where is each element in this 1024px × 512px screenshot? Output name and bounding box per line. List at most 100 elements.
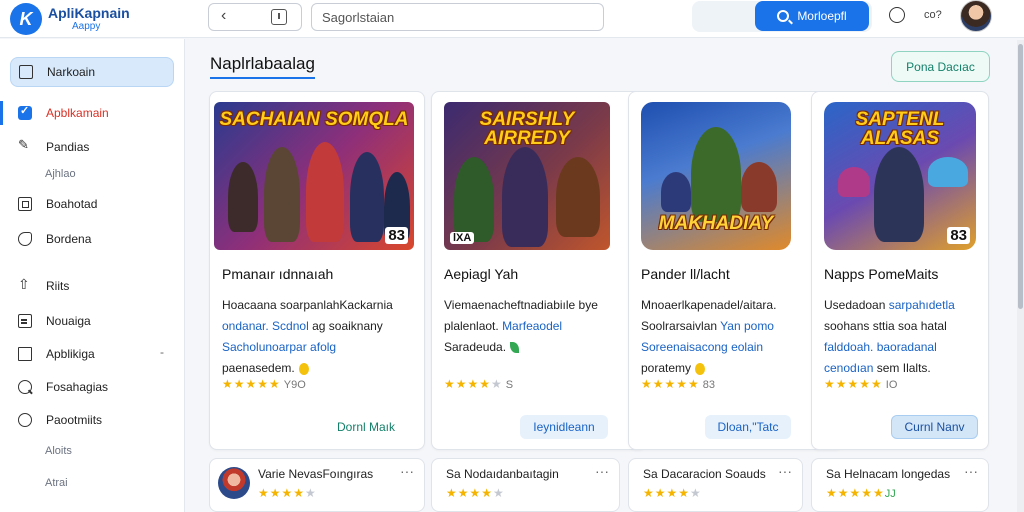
stars: ★★★★★ xyxy=(824,377,883,391)
sidebar-item-label: Bordena xyxy=(46,232,92,246)
page-title: Naplrlabaalag xyxy=(210,54,315,79)
star-rating: ★★★★★ 83 xyxy=(641,377,715,391)
sidebar-item-label: Paootmiits xyxy=(46,413,103,427)
top-action-button[interactable]: Pona Dacıac xyxy=(891,51,990,82)
search-button[interactable]: Morloepfl xyxy=(755,1,869,31)
account-circle-icon[interactable] xyxy=(889,7,905,23)
app-thumbnail[interactable] xyxy=(218,467,250,499)
expand-icon[interactable]: - xyxy=(160,345,164,359)
app-title[interactable]: Napps PomeMaits xyxy=(824,266,938,282)
desc-link: Yan pomo xyxy=(720,319,774,333)
sidebar-item-7[interactable]: Apblikiga xyxy=(10,339,174,369)
age-badge: 83 xyxy=(947,227,970,244)
history-icon[interactable] xyxy=(271,9,287,25)
coin-icon xyxy=(695,362,706,375)
mini-card-title[interactable]: Sa Helnacam longedas xyxy=(826,467,950,481)
sidebar-item-label: Apblikiga xyxy=(46,347,95,361)
game-art-title: SACHAIAN SOMQLA xyxy=(219,109,409,130)
coin-icon xyxy=(298,362,309,375)
check-icon xyxy=(18,104,32,120)
stars: ★★★★ xyxy=(258,486,306,500)
app-card[interactable]: SAPTENL ALASAS 83 Napps PomeMaits Usedad… xyxy=(811,91,989,450)
sidebar-subitem[interactable]: Aloits xyxy=(45,445,72,457)
sidebar-item-label: Nouaiga xyxy=(46,314,91,328)
mini-app-card[interactable]: Sa Nodaıdanbaıtagin ··· ★★★★★ xyxy=(431,458,620,512)
search-input[interactable] xyxy=(311,3,604,31)
app-card-image[interactable]: SACHAIAN SOMQLA 83 xyxy=(214,102,414,250)
stars-empty: ★ xyxy=(491,377,503,391)
desc-text: poratemy xyxy=(641,361,692,375)
scrollbar-thumb[interactable] xyxy=(1018,44,1023,309)
mini-card-title[interactable]: Sa Dacaracion Soauds xyxy=(643,467,766,481)
sidebar-subitem[interactable]: Ajhlao xyxy=(45,168,76,180)
app-title[interactable]: Pander ll/lacht xyxy=(641,266,730,282)
app-title[interactable]: Pmanaır ıdnnaıah xyxy=(222,266,333,282)
sidebar-item-label: Apblkamain xyxy=(46,106,109,120)
app-card[interactable]: SAIRSHLY AIRREDY lXA Aepiagl Yah Viemaen… xyxy=(431,91,647,450)
sidebar-item-5[interactable]: Riits xyxy=(10,271,174,301)
desc-link: falddoah. baoradanal xyxy=(824,340,937,354)
mini-app-card[interactable]: Varie NevasFoıngıras ··· ★★★★★ xyxy=(209,458,425,512)
desc-text: paenasedem. xyxy=(222,361,295,375)
app-description: Viemaenacheftnadiabiıle bye plalenlaot. … xyxy=(444,295,636,358)
sidebar-item-4[interactable]: Bordena xyxy=(10,224,174,254)
mini-card-title[interactable]: Varie NevasFoıngıras xyxy=(258,467,373,481)
app-card[interactable]: SACHAIAN SOMQLA 83 Pmanaır ıdnnaıah Hoac… xyxy=(209,91,425,450)
stars: ★★★★ xyxy=(643,486,691,500)
sidebar-item-label: Riits xyxy=(46,279,70,293)
game-art-title: SAIRSHLY AIRREDY xyxy=(479,109,575,149)
app-card-image[interactable]: SAPTENL ALASAS 83 xyxy=(824,102,976,250)
document-icon xyxy=(18,314,32,328)
card-action-button[interactable]: Ieynidleann xyxy=(520,415,608,439)
rating-count: 83 xyxy=(702,379,716,391)
rating-count: IO xyxy=(885,379,898,391)
brand-subtitle: Aappy xyxy=(72,21,101,32)
rating-count: Y9O xyxy=(283,379,306,391)
stars: ★★★★★ xyxy=(826,486,885,500)
top-bar-text[interactable]: co? xyxy=(924,9,942,21)
square-icon xyxy=(18,347,32,361)
mini-app-card[interactable]: Sa Helnacam longedas ··· ★★★★★JJ xyxy=(811,458,989,512)
game-art-title: SAPTENL ALASAS xyxy=(855,109,945,149)
sidebar-subitem[interactable]: Atrai xyxy=(45,477,68,489)
app-logo[interactable]: K xyxy=(10,3,42,35)
app-title[interactable]: Aepiagl Yah xyxy=(444,266,518,282)
chevron-left-icon[interactable]: ‹ xyxy=(221,7,226,25)
more-horizontal-icon[interactable]: ··· xyxy=(778,463,792,479)
desc-text: sem Ilalts. xyxy=(876,361,931,375)
sidebar-item-2[interactable]: Pandias xyxy=(10,132,174,162)
app-card-image[interactable]: MAKHADIAY xyxy=(641,102,791,250)
stars: ★★★★★ xyxy=(641,377,700,391)
star-rating: ★★★★★ IO xyxy=(824,377,897,391)
star-rating: ★★★★★ xyxy=(258,486,317,500)
sidebar-item-9[interactable]: Paootmiits xyxy=(10,405,174,435)
desc-text: soohans sttia soa hatal xyxy=(824,319,947,333)
age-badge: lXA xyxy=(450,232,475,244)
desc-link: sarpahıdetla xyxy=(888,298,955,312)
stars-empty: ★ xyxy=(493,486,505,500)
user-avatar[interactable] xyxy=(960,0,992,32)
sidebar-item-8[interactable]: Fosahagias xyxy=(10,372,174,402)
active-indicator xyxy=(0,101,3,125)
desc-link: ondanar. Scdnol xyxy=(222,319,309,333)
card-action-button[interactable]: Curnl Nanv xyxy=(891,415,978,439)
app-card-image[interactable]: SAIRSHLY AIRREDY lXA xyxy=(444,102,610,250)
mini-app-card[interactable]: Sa Dacaracion Soauds ··· ★★★★★ xyxy=(628,458,803,512)
desc-text: ag soaiknany xyxy=(312,319,383,333)
edit-icon xyxy=(18,137,32,154)
more-horizontal-icon[interactable]: ··· xyxy=(595,463,609,479)
search-icon xyxy=(18,380,32,394)
tag-icon xyxy=(18,232,32,246)
sidebar-item-0[interactable]: Narkoain xyxy=(10,57,174,87)
star-rating: ★★★★★ xyxy=(446,486,505,500)
card-action-button[interactable]: Dornl Maık xyxy=(320,415,412,439)
more-horizontal-icon[interactable]: ··· xyxy=(400,463,414,479)
sidebar-item-6[interactable]: Nouaiga xyxy=(10,306,174,336)
sidebar-item-1[interactable]: Apblkamain xyxy=(10,98,174,128)
sidebar-item-label: Boahotad xyxy=(46,197,98,211)
mini-card-title[interactable]: Sa Nodaıdanbaıtagin xyxy=(446,467,559,481)
more-horizontal-icon[interactable]: ··· xyxy=(964,463,978,479)
sidebar-item-3[interactable]: Boahotad xyxy=(10,189,174,219)
inbox-icon xyxy=(19,65,33,79)
card-action-button[interactable]: Dloan,"Tatc xyxy=(705,415,791,439)
